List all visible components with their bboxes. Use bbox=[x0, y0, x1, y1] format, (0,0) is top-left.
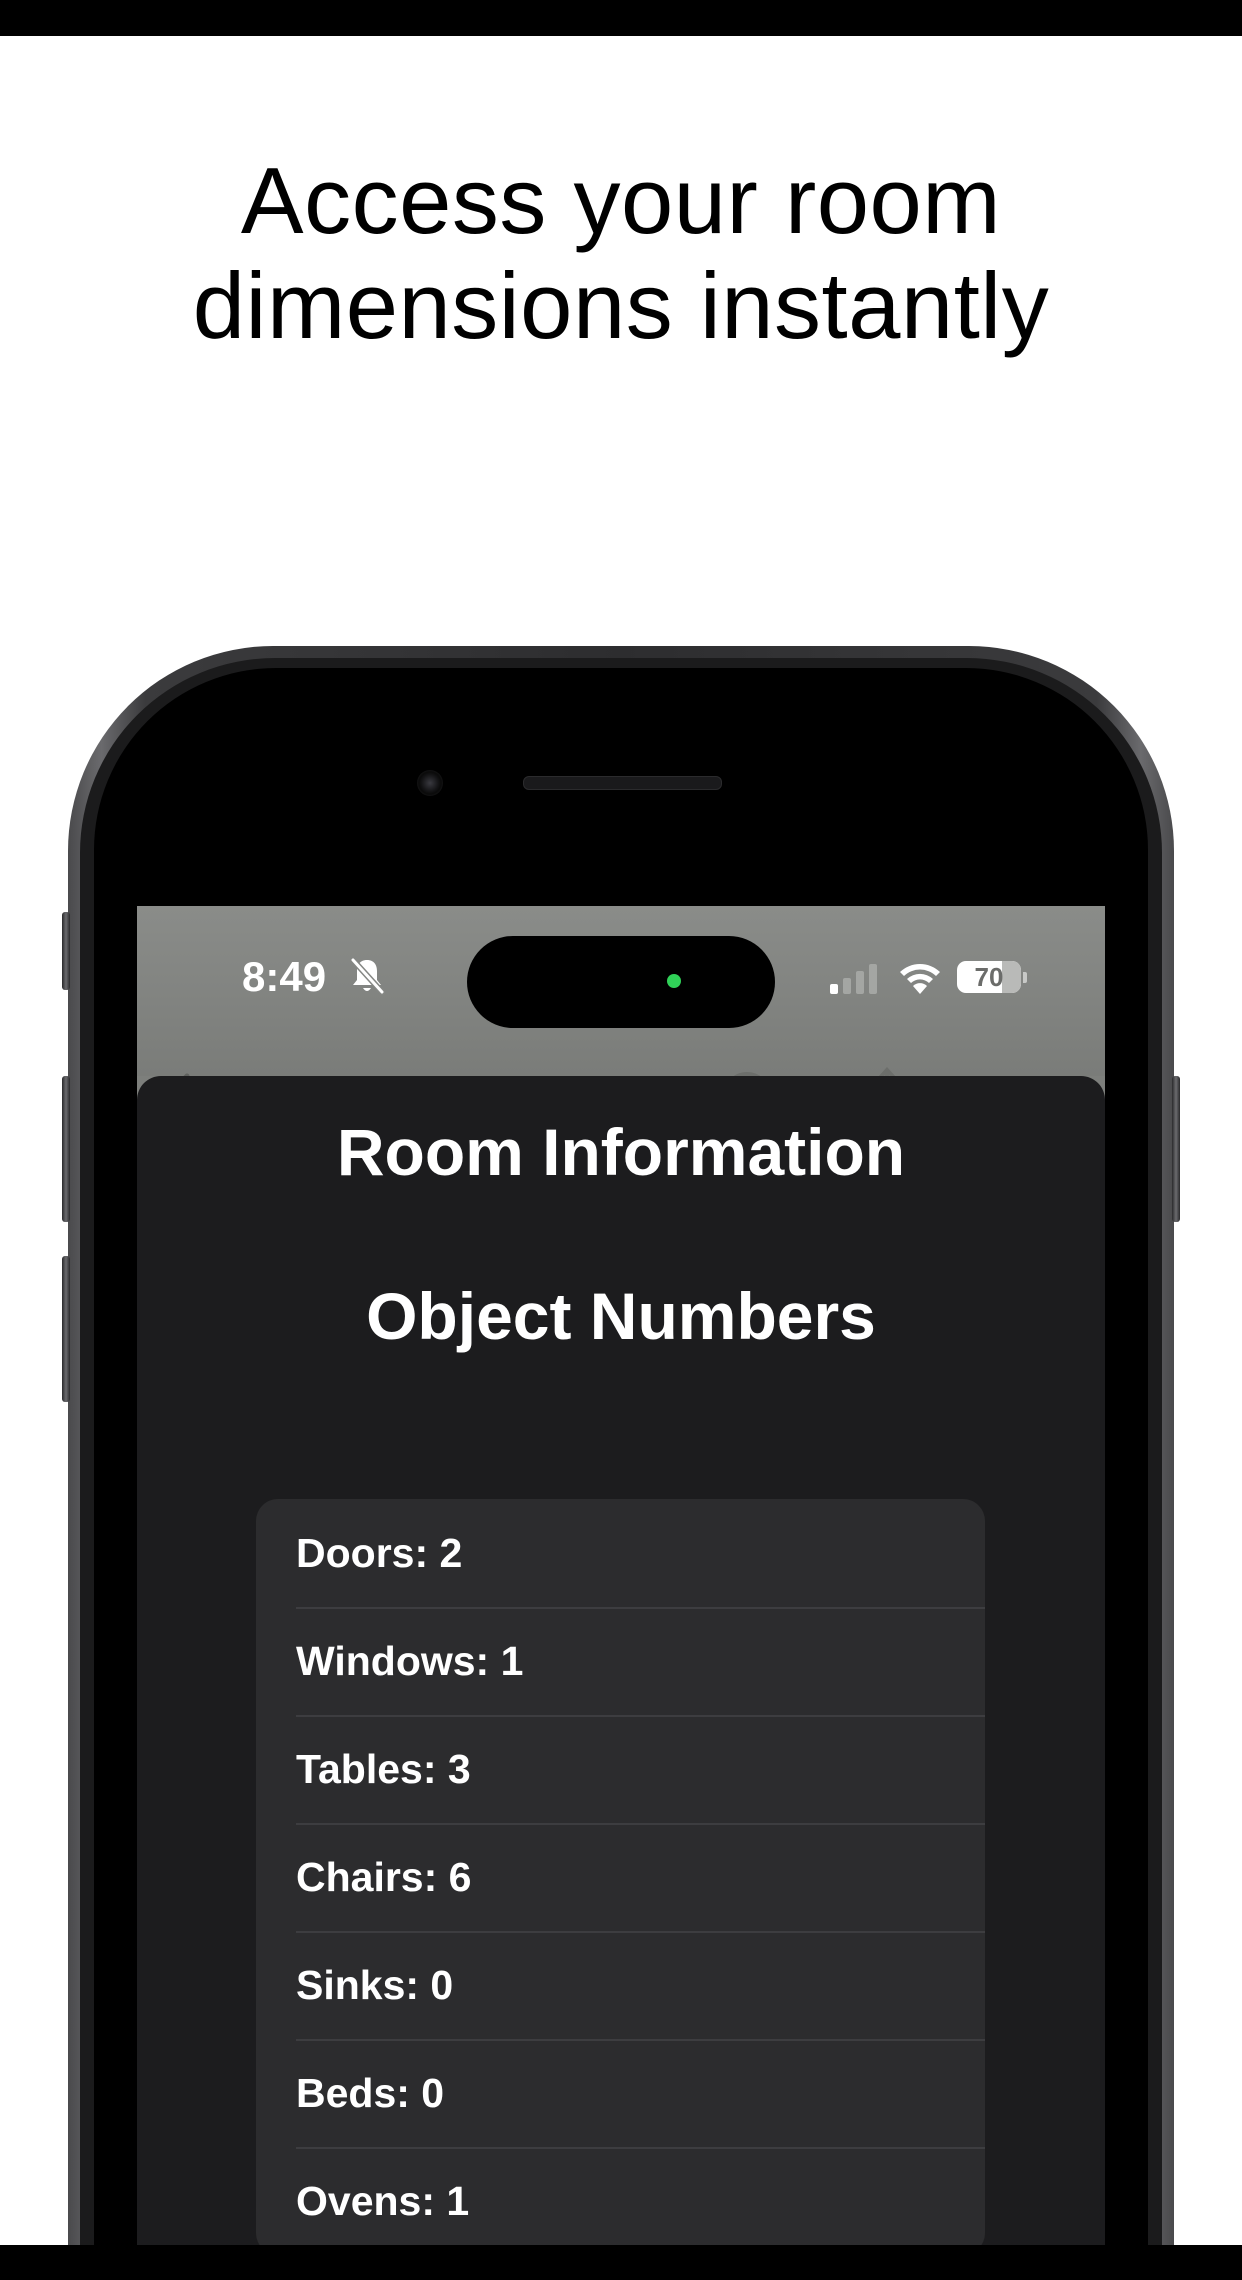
volume-up-button bbox=[62, 1076, 70, 1222]
wifi-icon bbox=[900, 964, 940, 994]
battery-icon: 70 bbox=[957, 961, 1021, 993]
list-item: Ovens: 1 bbox=[256, 2147, 985, 2255]
bell-slash-icon bbox=[350, 957, 385, 995]
headline-line-2: dimensions instantly bbox=[192, 253, 1050, 358]
power-button bbox=[1172, 1076, 1180, 1222]
list-item: Windows: 1 bbox=[256, 1607, 985, 1715]
list-item: Beds: 0 bbox=[256, 2039, 985, 2147]
dynamic-island bbox=[467, 936, 775, 1028]
status-time: 8:49 bbox=[242, 953, 327, 1000]
front-camera-icon bbox=[417, 770, 443, 796]
phone-screen: 8:49 70 Room Information Object Numbers … bbox=[137, 906, 1105, 2280]
cellular-signal-icon bbox=[830, 964, 877, 994]
top-black-bar bbox=[0, 0, 1242, 36]
bottom-black-bar bbox=[0, 2245, 1242, 2280]
status-bar: 8:49 70 bbox=[137, 906, 1105, 1076]
app-store-screenshot: Access your room dimensions instantly 8:… bbox=[0, 0, 1242, 2280]
sheet-title: Room Information bbox=[336, 1115, 906, 1189]
battery-terminal bbox=[1023, 972, 1027, 983]
battery-percent: 70 bbox=[974, 962, 1004, 992]
marketing-headline: Access your room dimensions instantly bbox=[0, 148, 1242, 358]
list-item: Chairs: 6 bbox=[256, 1823, 985, 1931]
room-information-sheet: Room Information Object Numbers Doors: 2… bbox=[137, 1076, 1105, 2280]
volume-down-button bbox=[62, 1256, 70, 1402]
list-item: Sinks: 0 bbox=[256, 1931, 985, 2039]
mute-switch bbox=[62, 912, 70, 990]
earpiece-speaker bbox=[523, 776, 722, 790]
headline-line-1: Access your room bbox=[240, 148, 1002, 253]
section-title: Object Numbers bbox=[366, 1279, 876, 1353]
list-item: Doors: 2 bbox=[296, 1530, 463, 1576]
object-numbers-list: Doors: 2 Windows: 1 Tables: 3 Chairs: 6 … bbox=[256, 1499, 985, 2255]
list-item: Tables: 3 bbox=[256, 1715, 985, 1823]
privacy-indicator-icon bbox=[667, 974, 681, 988]
